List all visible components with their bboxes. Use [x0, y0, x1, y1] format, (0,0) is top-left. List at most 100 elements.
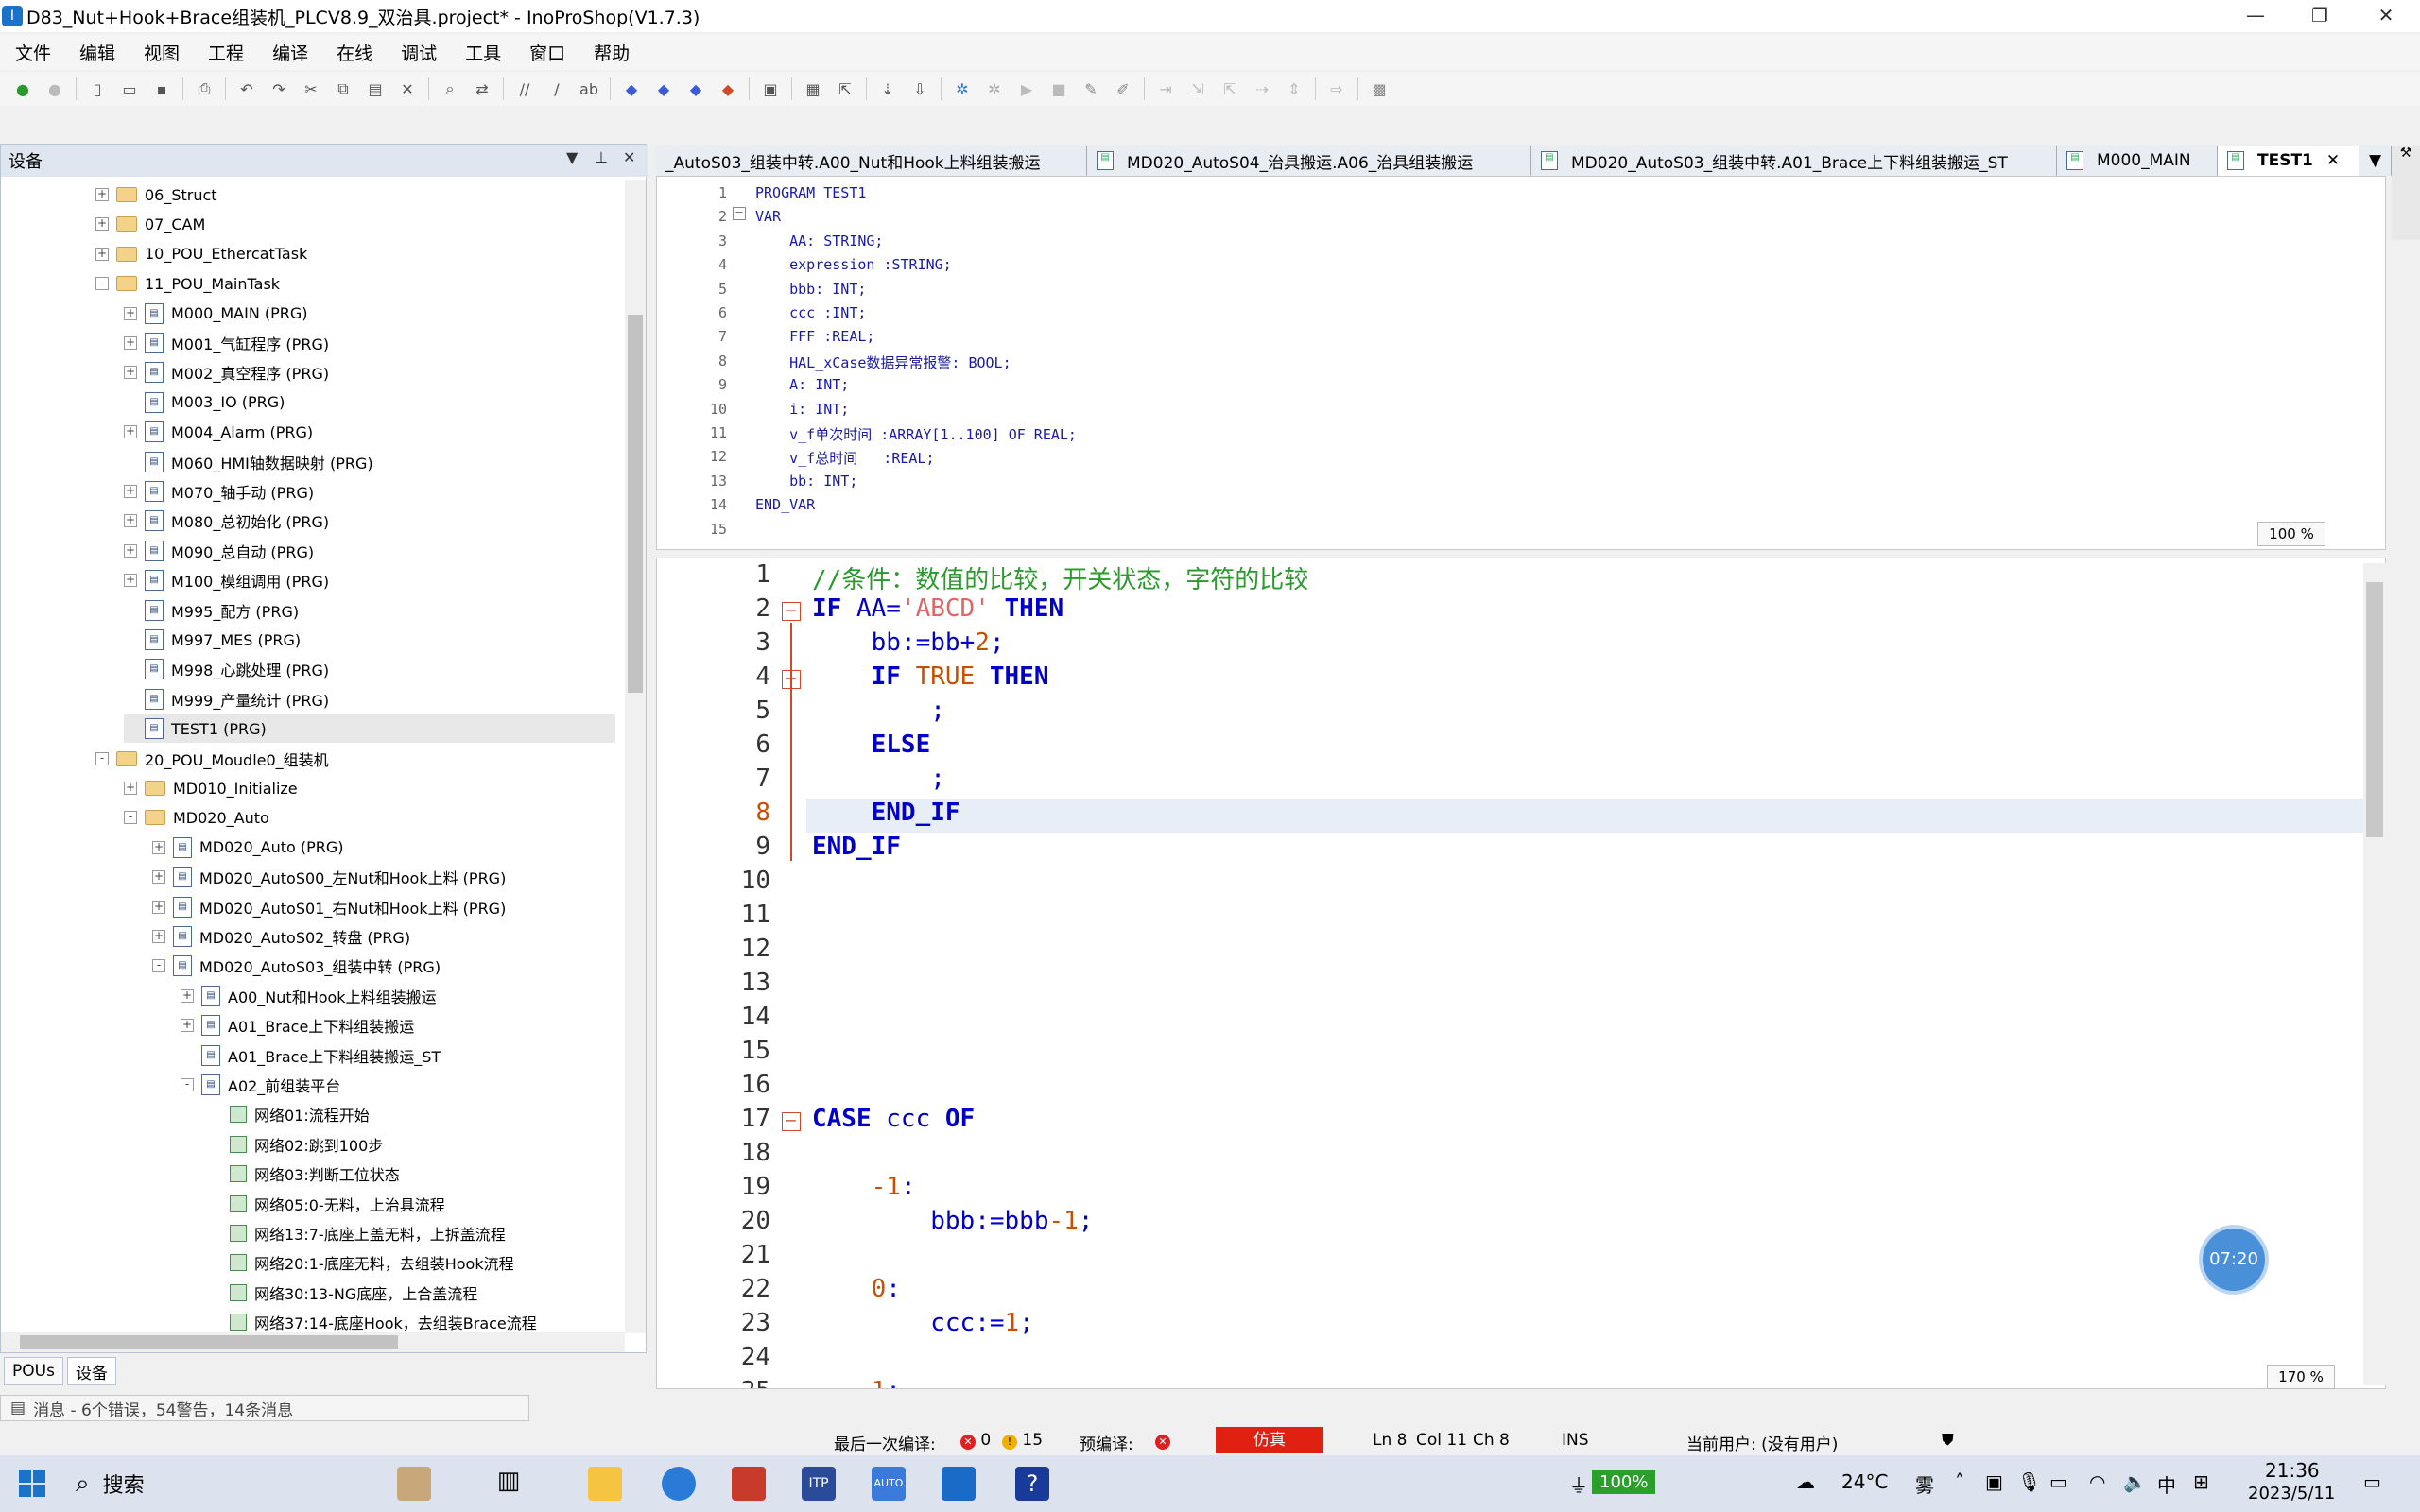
clock-time[interactable]: 21:36 [2265, 1459, 2320, 1482]
tree-node[interactable]: 网络13:7-底座上盖无料，上拆盖流程 [209, 1219, 625, 1247]
export-icon[interactable]: ⇱ [834, 77, 856, 100]
tree-node[interactable]: + ▤ A00_Nut和Hook上料组装搬运 [181, 982, 625, 1010]
tree-node[interactable]: ▤ M060_HMI轴数据映射 (PRG) [124, 448, 615, 476]
code-fold-icon[interactable]: − [782, 602, 801, 621]
cut-icon[interactable]: ✂ [300, 77, 322, 100]
replace-icon[interactable]: ⇄ [471, 77, 493, 100]
print-icon[interactable]: ⎙ [193, 77, 216, 100]
editor-tab[interactable]: ▤ TEST1 ✕ [2218, 146, 2360, 176]
floating-timer[interactable]: 07:20 [2203, 1228, 2265, 1291]
menu-item[interactable]: 工程 [208, 40, 244, 65]
expand-icon[interactable]: + [124, 543, 137, 558]
panel-menu-icon[interactable]: ▼ [566, 148, 578, 166]
tree-node[interactable]: + ▤ A01_Brace上下料组装搬运 [181, 1011, 625, 1040]
notification-icon[interactable]: ▭ [2363, 1470, 2381, 1493]
tree-node[interactable]: 网络20:1-底座无料，去组装Hook流程 [209, 1248, 625, 1277]
window-icon[interactable]: ▣ [759, 77, 782, 100]
menu-item[interactable]: 编辑 [79, 40, 115, 65]
close-button[interactable]: ✕ [2352, 0, 2420, 32]
ime-indicator[interactable]: 中 [2157, 1470, 2176, 1498]
expand-icon[interactable]: + [152, 930, 165, 943]
edge-browser-icon[interactable] [662, 1467, 696, 1501]
tree-node[interactable]: + ▤ M002_真空程序 (PRG) [124, 358, 615, 387]
tree-node[interactable]: ▤ M003_IO (PRG) [124, 388, 615, 417]
expand-icon[interactable]: + [152, 870, 165, 885]
menu-item[interactable]: 文件 [15, 40, 51, 65]
collapse-icon[interactable]: - [181, 1078, 194, 1091]
tree-node[interactable]: + ▤ M080_总初始化 (PRG) [124, 507, 615, 535]
menu-item[interactable]: 工具 [465, 40, 501, 65]
expand-icon[interactable]: + [152, 900, 165, 914]
copy-icon[interactable]: ⧉ [332, 77, 354, 100]
expand-icon[interactable]: + [124, 574, 137, 588]
autoshop-icon[interactable]: AUTO [872, 1467, 906, 1501]
code-fold-icon[interactable]: − [782, 1112, 801, 1131]
windows-start-icon[interactable] [19, 1470, 45, 1497]
bookmark-icon[interactable]: ◆ [620, 77, 643, 100]
restore-button[interactable]: ❐ [2286, 0, 2354, 32]
back-icon[interactable]: ● [11, 77, 34, 100]
rename-icon[interactable]: ab [578, 77, 600, 100]
ime-mode-icon[interactable]: ⊞ [2193, 1470, 2209, 1493]
simulation-badge[interactable]: 仿真 [1216, 1427, 1323, 1453]
expand-icon[interactable]: + [124, 366, 137, 380]
editor-tab[interactable]: ▤ MD020_AutoS03_组装中转.A01_Brace上下料组装搬运_ST [1531, 146, 2057, 176]
warning-count[interactable]: ! 15 [1002, 1431, 1043, 1450]
collapse-icon[interactable]: - [95, 277, 109, 291]
editor-tab[interactable]: ▤ M000_MAIN [2057, 146, 2218, 176]
tree-node[interactable]: +07_CAM [95, 210, 587, 238]
security-icon[interactable]: ⛊ [1942, 1431, 1954, 1450]
open-folder-icon[interactable]: ▭ [118, 77, 141, 100]
tools-icon[interactable]: ✎ [1080, 77, 1102, 100]
tree-node[interactable]: ▤ M995_配方 (PRG) [124, 596, 615, 625]
tree-node[interactable]: ▤ TEST1 (PRG) [124, 714, 615, 744]
bookmark-clear-icon[interactable]: ◆ [717, 77, 739, 100]
tree-node[interactable]: 网络02:跳到100步 [209, 1130, 625, 1159]
tree-node[interactable]: - MD020_Auto [124, 803, 615, 832]
step-into-icon[interactable]: ⇲ [1186, 77, 1209, 100]
weather-icon[interactable]: ☁ [1796, 1470, 1815, 1493]
edit-icon[interactable]: ✐ [1112, 77, 1134, 100]
tree-node[interactable]: + MD010_Initialize [124, 774, 615, 802]
power-icon[interactable]: ⏚ [1569, 1470, 1588, 1498]
menu-item[interactable]: 编译 [272, 40, 308, 65]
save-icon[interactable]: ▪ [150, 77, 173, 100]
inoproshop-icon[interactable] [942, 1467, 976, 1501]
tree-node[interactable]: +10_POU_EthercatTask [95, 240, 587, 268]
tree-node[interactable]: + ▤ M090_总自动 (PRG) [124, 537, 615, 565]
tree-node[interactable]: 网络03:判断工位状态 [209, 1160, 625, 1188]
tree-node[interactable]: 网络30:13-NG底座，上合盖流程 [209, 1279, 625, 1307]
redo-icon[interactable]: ↷ [268, 77, 290, 100]
step-out-icon[interactable]: ⇱ [1219, 77, 1241, 100]
menu-item[interactable]: 在线 [337, 40, 372, 65]
bookmark-prev-icon[interactable]: ◆ [684, 77, 707, 100]
editor-vertical-scroll-thumb[interactable] [2366, 582, 2383, 837]
collapse-icon[interactable]: - [124, 811, 137, 825]
undo-icon[interactable]: ↶ [235, 77, 258, 100]
decl-fold-icon[interactable]: − [733, 207, 746, 220]
tree-node[interactable]: 网络05:0-无料，上治具流程 [209, 1190, 625, 1218]
declaration-editor[interactable]: 1 PROGRAM TEST1 2 VAR 3 AA: STRING; 4 express… [656, 176, 2386, 550]
tree-node[interactable]: ▤ A01_Brace上下料组装搬运_ST [181, 1041, 625, 1070]
messages-bar[interactable]: ▤ 消息 - 6个错误，54警告，14条消息 [0, 1395, 529, 1421]
tree-node[interactable]: + ▤ MD020_AutoS00_左Nut和Hook上料 (PRG) [152, 863, 625, 891]
declaration-zoom[interactable]: 100 % [2257, 522, 2325, 546]
pin-icon[interactable]: ⊥ [595, 148, 608, 166]
tree-node[interactable]: + ▤ MD020_AutoS02_转盘 (PRG) [152, 922, 625, 951]
tree-node[interactable]: ▤ M998_心跳处理 (PRG) [124, 655, 615, 683]
clock-date[interactable]: 2023/5/11 [2248, 1484, 2335, 1503]
precompile-status[interactable]: ✕ [1155, 1431, 1170, 1450]
taskbar-search[interactable]: ⌕ 搜索 [76, 1463, 435, 1504]
itp-app-icon[interactable]: ITP [802, 1467, 836, 1501]
usb-icon[interactable]: ▭ [2049, 1470, 2067, 1493]
tree-node[interactable]: ▤ M997_MES (PRG) [124, 626, 615, 654]
expand-icon[interactable]: + [124, 336, 137, 350]
battery-indicator[interactable]: 100% [1592, 1470, 1656, 1494]
toolbox-strip[interactable]: ⚒ [2392, 146, 2420, 240]
build-icon[interactable]: ▦ [802, 77, 824, 100]
toolbox-icon[interactable]: ⚒ [2392, 146, 2420, 161]
tree-node[interactable]: + ▤ MD020_Auto (PRG) [152, 833, 625, 862]
menu-item[interactable]: 视图 [144, 40, 180, 65]
expand-icon[interactable]: + [124, 306, 137, 320]
tree-node[interactable]: 网络01:流程开始 [209, 1100, 625, 1128]
